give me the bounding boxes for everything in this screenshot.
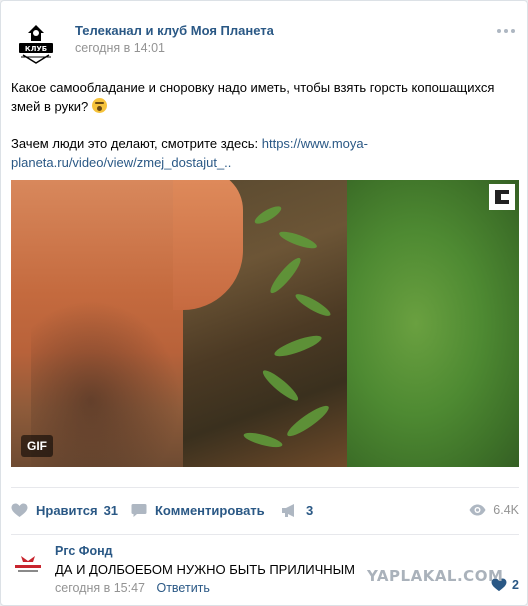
post-text-prefix: Зачем люди это делают, смотрите здесь: [11, 136, 262, 151]
post-actions: Нравится 31 Комментировать 3 6.4K [11, 497, 519, 523]
like-count: 31 [103, 502, 119, 518]
scared-face-emoji-icon [91, 98, 107, 113]
club-logo-icon: КЛУБ [12, 20, 60, 68]
comment-button[interactable]: Комментировать [131, 497, 265, 523]
more-options-icon[interactable] [497, 25, 519, 37]
views-count: 6.4K [493, 503, 519, 517]
post-text: Какое самообладание и сноровку надо имет… [11, 78, 511, 172]
comment-label: Комментировать [155, 502, 265, 518]
post-author-link[interactable]: Телеканал и клуб Моя Планета [75, 23, 274, 38]
divider [11, 487, 519, 488]
views-counter: 6.4K [469, 497, 519, 523]
commenter-avatar[interactable] [11, 548, 45, 582]
comment-icon [131, 503, 147, 517]
reply-button[interactable]: Ответить [156, 581, 209, 595]
svg-text:КЛУБ: КЛУБ [25, 45, 47, 53]
group-avatar[interactable]: КЛУБ [11, 19, 61, 69]
gif-badge: GIF [21, 435, 53, 457]
gif-attachment[interactable]: GIF [11, 180, 519, 467]
share-button[interactable]: 3 [281, 497, 313, 523]
commenter-name-link[interactable]: Ргс Фонд [55, 544, 113, 558]
channel-logo-icon [489, 184, 515, 210]
eye-icon [469, 504, 486, 516]
post-date-link[interactable]: сегодня в 14:01 [75, 41, 165, 55]
wall-post: КЛУБ Телеканал и клуб Моя Планета сегодн… [0, 0, 528, 606]
comment-meta: сегодня в 15:47 Ответить [55, 581, 210, 595]
rgs-logo-icon [12, 549, 44, 581]
like-label: Нравится [36, 502, 98, 518]
comment-like-count: 2 [512, 578, 519, 592]
post-text-line: Какое самообладание и сноровку надо имет… [11, 80, 495, 114]
watermark: YAPLAKAL.COM [367, 567, 504, 585]
share-count: 3 [306, 502, 314, 518]
megaphone-icon [282, 503, 294, 517]
comment-date-link[interactable]: сегодня в 15:47 [55, 581, 145, 595]
heart-icon [11, 503, 28, 517]
divider [11, 534, 519, 535]
comment-text: ДА И ДОЛБОЕБОМ НУЖНО БЫТЬ ПРИЛИЧНЫМ [55, 562, 355, 577]
post-header: КЛУБ Телеканал и клуб Моя Планета сегодн… [11, 13, 519, 69]
like-button[interactable]: Нравится 31 [11, 497, 118, 523]
